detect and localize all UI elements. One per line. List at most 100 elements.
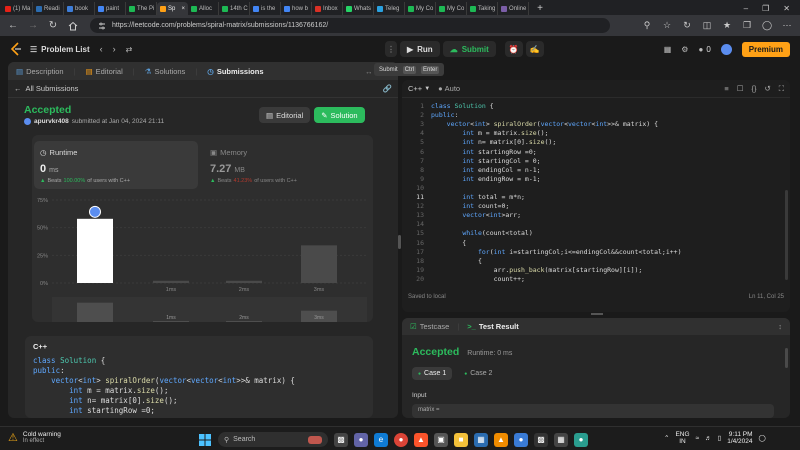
braces-icon[interactable]: {} bbox=[751, 84, 756, 93]
star-icon[interactable]: ☆ bbox=[660, 19, 674, 33]
zoom-icon[interactable]: ⚲ bbox=[640, 19, 654, 33]
clock[interactable]: 9:11 PM 1/4/2024 bbox=[727, 431, 752, 445]
taskbar-search[interactable]: ⚲ Search bbox=[218, 432, 328, 447]
reset-icon[interactable]: ↺ bbox=[764, 84, 770, 93]
windows-start-icon[interactable] bbox=[198, 433, 212, 447]
vlc-icon[interactable]: ▲ bbox=[494, 432, 508, 447]
test-scrollbar[interactable] bbox=[785, 348, 788, 368]
edge-icon[interactable]: e bbox=[374, 432, 388, 447]
file-explorer-icon[interactable]: ■ bbox=[454, 432, 468, 447]
tab-submissions[interactable]: ◷ Submissions bbox=[207, 67, 263, 76]
maximize-button[interactable]: ❐ bbox=[762, 4, 769, 13]
runtime-bar[interactable] bbox=[77, 218, 113, 283]
reload-icon[interactable]: ↻ bbox=[46, 19, 60, 33]
premium-button[interactable]: Premium bbox=[741, 41, 790, 57]
tab-testcase[interactable]: ☑ Testcase bbox=[410, 322, 449, 331]
back-arrow-icon[interactable]: ← bbox=[6, 19, 20, 33]
shuffle-icon[interactable]: ⇄ bbox=[126, 45, 133, 54]
home-icon[interactable] bbox=[66, 19, 80, 33]
editor-code-area[interactable]: 1 class Solution {2 public: 3 vector<int> s… bbox=[402, 98, 790, 288]
format-icon[interactable]: ≡ bbox=[724, 84, 728, 93]
browser-tab[interactable]: My Co bbox=[405, 2, 436, 15]
case-2-tab[interactable]: ● Case 2 bbox=[458, 367, 498, 380]
link-icon[interactable]: 🔗 bbox=[383, 84, 392, 93]
browser-tab[interactable]: My Co bbox=[436, 2, 467, 15]
minimize-button[interactable]: – bbox=[744, 4, 748, 13]
browser-tab[interactable]: Taking bbox=[467, 2, 498, 15]
runtime-bar[interactable] bbox=[226, 280, 262, 283]
task-view-icon[interactable]: ▩ bbox=[334, 432, 348, 447]
browser-tab[interactable]: 14th C bbox=[219, 2, 250, 15]
chrome-icon[interactable]: ● bbox=[394, 432, 408, 447]
browser-tab[interactable]: is the bbox=[250, 2, 281, 15]
case-1-tab[interactable]: ● Case 1 bbox=[412, 367, 453, 380]
tab-test-result[interactable]: >_ Test Result bbox=[467, 322, 518, 331]
tab-description[interactable]: ▤ Description bbox=[16, 67, 64, 76]
close-window-button[interactable]: ✕ bbox=[783, 4, 790, 13]
memory-card[interactable]: ▣ Memory 7.27 MB ▲ Beats 41.23% of users… bbox=[204, 141, 369, 189]
browser-tab[interactable]: Readi bbox=[33, 2, 64, 15]
settings-gear-icon[interactable]: ⚙ bbox=[681, 45, 688, 54]
bookmark-icon[interactable]: ☐ bbox=[737, 84, 744, 93]
extra-app-icon[interactable]: ● bbox=[574, 432, 588, 447]
more-icon[interactable]: ⋯ bbox=[780, 19, 794, 33]
browser-tab[interactable]: The Pi bbox=[126, 2, 157, 15]
browser-tab[interactable]: paint bbox=[95, 2, 126, 15]
notes-icon[interactable]: ✍ bbox=[525, 41, 544, 57]
language-indicator[interactable]: ENG IN bbox=[675, 431, 689, 445]
expand-icon[interactable]: ↔ bbox=[365, 67, 373, 76]
streak-counter[interactable]: ● 0 bbox=[698, 45, 710, 54]
site-info-icon[interactable] bbox=[98, 22, 106, 30]
split-screen-icon[interactable]: ◫ bbox=[700, 19, 714, 33]
browser-tab[interactable]: Whats bbox=[343, 2, 374, 15]
favorites-icon[interactable]: ★ bbox=[720, 19, 734, 33]
app-icon[interactable]: ● bbox=[514, 432, 528, 447]
browser-tab[interactable]: Inbox bbox=[312, 2, 343, 15]
runtime-bar[interactable] bbox=[301, 245, 337, 283]
horizontal-splitter[interactable] bbox=[591, 313, 603, 315]
brave-icon[interactable]: ▲ bbox=[414, 432, 428, 447]
battery-icon[interactable]: ▯ bbox=[718, 434, 722, 442]
editorial-button[interactable]: ▤ Editorial bbox=[259, 107, 311, 123]
browser-tab[interactable]: Teleg bbox=[374, 2, 405, 15]
runtime-bar[interactable] bbox=[153, 280, 189, 283]
layout-icon[interactable]: ▦ bbox=[664, 45, 672, 54]
collections-icon[interactable]: ❐ bbox=[740, 19, 754, 33]
submit-button[interactable]: ☁ Submit bbox=[442, 41, 496, 57]
profile-icon[interactable]: ◯ bbox=[760, 19, 774, 33]
all-submissions-link[interactable]: ← All Submissions bbox=[14, 84, 78, 93]
video-editor-icon[interactable]: ▣ bbox=[434, 432, 448, 447]
drag-handle-icon[interactable]: ⋮ bbox=[384, 41, 397, 57]
tab-editorial[interactable]: ▤ Editorial bbox=[86, 67, 123, 76]
run-button[interactable]: ▶ Run bbox=[399, 41, 440, 57]
next-problem-icon[interactable]: › bbox=[113, 44, 116, 54]
browser-tab[interactable]: Alloc bbox=[188, 2, 219, 15]
wifi-icon[interactable]: ≈ bbox=[696, 435, 700, 442]
browser-tab[interactable]: (1) Ma bbox=[2, 2, 33, 15]
store-icon[interactable]: ▦ bbox=[474, 432, 488, 447]
vertical-splitter[interactable] bbox=[398, 235, 401, 249]
expand-icon[interactable]: ↕ bbox=[778, 322, 782, 331]
browser-tab[interactable]: book bbox=[64, 2, 95, 15]
tab-solutions[interactable]: ⚗ Solutions bbox=[145, 67, 186, 76]
auto-mode-toggle[interactable]: ● Auto bbox=[438, 84, 460, 93]
alarm-icon[interactable]: ⏰ bbox=[504, 41, 523, 57]
browser-tab[interactable]: how b bbox=[281, 2, 312, 15]
forward-arrow-icon[interactable]: → bbox=[26, 19, 40, 33]
browser-tab[interactable]: Sp × bbox=[157, 2, 188, 15]
calculator-icon[interactable]: ▦ bbox=[554, 432, 568, 447]
close-tab-icon[interactable]: × bbox=[181, 6, 185, 12]
reading-icon[interactable]: ↻ bbox=[680, 19, 694, 33]
input-value-box[interactable]: matrix = bbox=[412, 404, 774, 418]
problem-list-button[interactable]: ☰ Problem List bbox=[30, 45, 90, 54]
avatar[interactable] bbox=[720, 43, 732, 55]
browser-tab[interactable]: Online bbox=[498, 2, 529, 15]
new-tab-button[interactable]: + bbox=[533, 2, 547, 15]
teams-icon[interactable]: ● bbox=[354, 432, 368, 447]
notification-icon[interactable]: ◯ bbox=[759, 434, 766, 442]
username[interactable]: apurvkr408 bbox=[34, 118, 69, 125]
solution-button[interactable]: ✎ Solution bbox=[314, 107, 365, 123]
runtime-card[interactable]: ◷ Runtime 0 ms ▲ Beats 100.00% of users … bbox=[34, 141, 198, 189]
weather-widget[interactable]: ⚠ Cold warning In effect bbox=[8, 431, 61, 444]
tray-chevron-icon[interactable]: ⌃ bbox=[664, 434, 669, 442]
